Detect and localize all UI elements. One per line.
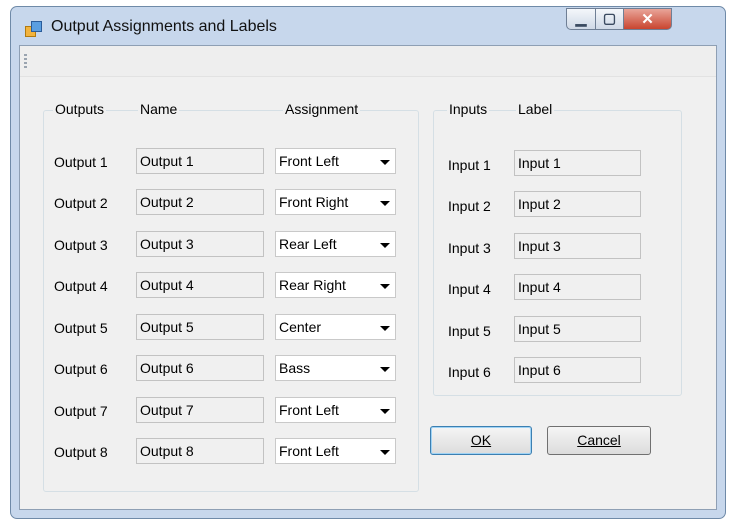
- output-name-field[interactable]: Output 5: [136, 314, 264, 340]
- input-label: Input 5: [448, 323, 491, 339]
- input-label: Input 1: [448, 157, 491, 173]
- name-header: Name: [138, 101, 180, 117]
- maximize-button[interactable]: ▢: [596, 8, 624, 30]
- assignment-value: Center: [279, 319, 322, 335]
- assignment-select[interactable]: Front Left: [275, 397, 396, 423]
- dialog-window: Output Assignments and Labels ▁ ▢ ✕ Outp…: [10, 6, 726, 519]
- chevron-down-icon: [380, 367, 390, 372]
- output-name-field[interactable]: Output 7: [136, 397, 264, 423]
- assignment-value: Front Left: [279, 402, 339, 418]
- label-header: Label: [516, 101, 555, 117]
- output-name-field[interactable]: Output 1: [136, 148, 264, 174]
- chevron-down-icon: [380, 326, 390, 331]
- assignment-value: Front Left: [279, 153, 339, 169]
- app-icon: [25, 21, 42, 37]
- ok-button-label: OK: [470, 432, 492, 448]
- assignment-select[interactable]: Bass: [275, 355, 396, 381]
- assignment-value: Rear Right: [279, 277, 346, 293]
- input-label: Input 2: [448, 198, 491, 214]
- output-label: Output 3: [54, 237, 108, 253]
- input-label-field[interactable]: Input 5: [514, 316, 641, 342]
- assignment-select[interactable]: Front Left: [275, 438, 396, 464]
- input-label-field[interactable]: Input 6: [514, 357, 641, 383]
- output-label: Output 8: [54, 444, 108, 460]
- output-name-field[interactable]: Output 2: [136, 189, 264, 215]
- input-label: Input 3: [448, 240, 491, 256]
- cancel-button-label: Cancel: [577, 432, 621, 448]
- window-title: Output Assignments and Labels: [51, 18, 277, 35]
- output-label: Output 1: [54, 154, 108, 170]
- output-name-field[interactable]: Output 4: [136, 272, 264, 298]
- input-label-field[interactable]: Input 4: [514, 274, 641, 300]
- input-label: Input 4: [448, 281, 491, 297]
- output-name-field[interactable]: Output 6: [136, 355, 264, 381]
- close-icon: ✕: [641, 11, 654, 28]
- input-label-field[interactable]: Input 1: [514, 150, 641, 176]
- title-bar[interactable]: Output Assignments and Labels ▁ ▢ ✕: [11, 7, 725, 45]
- close-button[interactable]: ✕: [624, 8, 672, 30]
- output-label: Output 2: [54, 195, 108, 211]
- maximize-icon: ▢: [602, 10, 617, 26]
- dialog-client-area: Outputs Name Assignment Output 1 Output …: [19, 45, 717, 510]
- input-label-field[interactable]: Input 2: [514, 191, 641, 217]
- minimize-icon: ▁: [575, 10, 587, 26]
- inputs-header: Inputs: [447, 101, 490, 117]
- output-name-field[interactable]: Output 3: [136, 231, 264, 257]
- chevron-down-icon: [380, 409, 390, 414]
- toolstrip-grip-icon[interactable]: [24, 54, 27, 70]
- input-label-field[interactable]: Input 3: [514, 233, 641, 259]
- assignment-value: Bass: [279, 360, 311, 376]
- assignment-header: Assignment: [283, 101, 361, 117]
- assignment-select[interactable]: Rear Right: [275, 272, 396, 298]
- assignment-select[interactable]: Front Right: [275, 189, 396, 215]
- output-label: Output 7: [54, 403, 108, 419]
- output-label: Output 4: [54, 278, 108, 294]
- chevron-down-icon: [380, 243, 390, 248]
- assignment-value: Front Left: [279, 443, 339, 459]
- assignment-select[interactable]: Front Left: [275, 148, 396, 174]
- output-label: Output 5: [54, 320, 108, 336]
- cancel-button[interactable]: Cancel: [547, 426, 651, 455]
- chevron-down-icon: [380, 201, 390, 206]
- assignment-select[interactable]: Rear Left: [275, 231, 396, 257]
- output-label: Output 6: [54, 361, 108, 377]
- chevron-down-icon: [380, 284, 390, 289]
- input-label: Input 6: [448, 364, 491, 380]
- assignment-value: Rear Left: [279, 236, 337, 252]
- ok-button[interactable]: OK: [430, 426, 532, 455]
- chevron-down-icon: [380, 450, 390, 455]
- toolstrip: [20, 46, 716, 77]
- minimize-button[interactable]: ▁: [566, 8, 596, 30]
- output-name-field[interactable]: Output 8: [136, 438, 264, 464]
- assignment-value: Front Right: [279, 194, 349, 210]
- assignment-select[interactable]: Center: [275, 314, 396, 340]
- chevron-down-icon: [380, 160, 390, 165]
- outputs-header: Outputs: [53, 101, 107, 117]
